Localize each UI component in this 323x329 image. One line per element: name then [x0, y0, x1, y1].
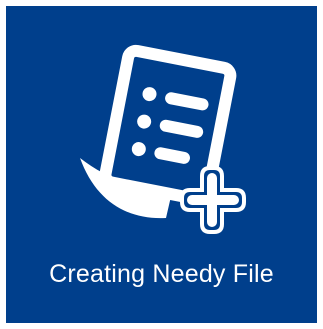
- creating-needy-file-tile[interactable]: Creating Needy File: [6, 6, 317, 323]
- tile-label: Creating Needy File: [49, 260, 274, 288]
- document-add-icon: [66, 40, 256, 240]
